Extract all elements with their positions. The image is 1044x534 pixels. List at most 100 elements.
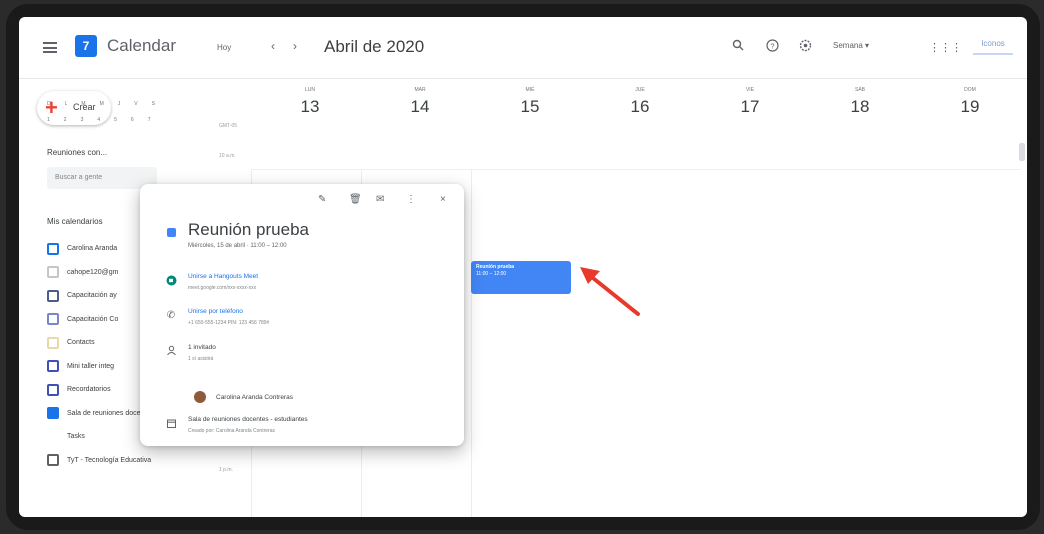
calendar-label: TyT - Tecnología Educativa — [67, 456, 152, 464]
mini-cal-day[interactable]: 1 — [47, 117, 50, 123]
calendar-icon — [164, 418, 178, 432]
calendar-item[interactable]: TyT - Tecnología Educativa — [47, 449, 156, 473]
day-abbr: DOM — [964, 87, 976, 93]
join-phone-link[interactable]: Unirse por teléfono — [188, 308, 243, 315]
mini-cal-day[interactable]: 2 — [64, 117, 67, 123]
delete-trash-icon[interactable]: 🗑 — [349, 194, 362, 205]
calendar-checkbox[interactable] — [47, 454, 59, 467]
day-abbr: SÁB — [854, 87, 865, 93]
today-button[interactable]: Hoy — [211, 41, 237, 54]
event-room: Sala de reuniones docentes - estudiantes — [188, 416, 308, 423]
calendar-checkbox[interactable] — [47, 336, 59, 349]
calendar-checkbox[interactable] — [47, 289, 59, 302]
guests-status: 1 sí asistirá — [188, 356, 214, 362]
event-color-dot — [167, 228, 176, 237]
guest-avatar — [194, 391, 206, 403]
edit-pencil-icon[interactable]: ✎ — [318, 194, 326, 205]
phone-icon: ✆ — [166, 310, 176, 321]
guests-count: 1 invitado — [188, 344, 216, 351]
mini-calendar-week: 1 2 3 4 5 6 7 — [47, 117, 227, 123]
day-number[interactable]: 13 — [255, 97, 365, 117]
calendar-label: cahope120@gm — [67, 268, 119, 276]
day-number[interactable]: 18 — [805, 97, 915, 117]
view-selector[interactable]: Semana ▾ — [833, 41, 869, 50]
my-calendars-title[interactable]: Mis calendarios — [47, 217, 103, 226]
time-label: 1 p.m. — [219, 467, 233, 473]
account-logo[interactable]: Iconos — [973, 39, 1013, 55]
email-envelope-icon[interactable]: ✉ — [376, 194, 384, 205]
day-number[interactable]: 16 — [585, 97, 695, 117]
guests-icon — [164, 345, 178, 359]
app-title: Calendar — [107, 36, 176, 55]
mini-cal-day[interactable]: 3 — [81, 117, 84, 123]
calendar-label: Mini taller integ — [67, 362, 115, 370]
mini-cal-day[interactable]: 4 — [97, 117, 100, 123]
calendar-label: Carolina Aranda — [67, 245, 118, 253]
calendar-checkbox-checked[interactable] — [47, 407, 59, 420]
day-header[interactable]: SÁB 18 — [805, 79, 915, 117]
time-label: 10 a.m. — [219, 153, 236, 159]
meet-url: meet.google.com/xxx-xxxx-xxx — [188, 285, 257, 291]
mini-cal-cell: L — [64, 101, 68, 107]
mini-cal-cell: M — [99, 101, 104, 107]
search-icon[interactable] — [731, 39, 745, 53]
mini-cal-day[interactable]: 5 — [114, 117, 117, 123]
help-icon[interactable]: ? — [765, 39, 779, 53]
mini-cal-day[interactable]: 6 — [131, 117, 134, 123]
people-search-input[interactable]: Buscar a gente — [47, 167, 157, 189]
day-number[interactable]: 17 — [695, 97, 805, 117]
people-section-title: Reuniones con... — [47, 148, 108, 157]
guest-name: Carolina Aranda Contreras — [216, 394, 293, 401]
calendar-checkbox[interactable] — [47, 242, 59, 255]
calendar-label: Recordatorios — [67, 386, 111, 394]
all-day-divider — [251, 169, 1021, 170]
join-meet-link[interactable]: Unirse a Hangouts Meet — [188, 273, 258, 280]
day-abbr: MAR — [414, 87, 426, 93]
calendar-checkbox[interactable] — [47, 431, 59, 443]
event-date: Miércoles, 15 de abril · 11:00 – 12:00 — [188, 243, 287, 249]
day-header[interactable]: MAR 14 — [365, 79, 475, 117]
calendar-screen: 7 Calendar Hoy ‹ › Abril de 2020 ? Seman… — [19, 17, 1027, 517]
apps-grid-icon[interactable]: ⋮⋮⋮ — [929, 41, 962, 54]
event-chip[interactable]: Reunión prueba 11:00 – 12:00 — [471, 261, 571, 294]
month-title: Abril de 2020 — [324, 37, 425, 56]
day-number[interactable]: 19 — [915, 97, 1025, 117]
svg-text:?: ? — [770, 43, 774, 50]
day-header[interactable]: VIE 17 — [695, 79, 805, 117]
mini-cal-cell: M — [81, 101, 86, 107]
day-abbr: JUE — [635, 87, 645, 93]
event-chip-title: Reunión prueba — [476, 264, 515, 270]
calendar-logo-icon: 7 — [75, 35, 97, 57]
more-options-icon[interactable]: ⋮ — [406, 194, 416, 205]
phone-number: +1 650-555-1234 PIN: 123 456 789# — [188, 320, 270, 326]
day-header[interactable]: DOM 19 — [915, 79, 1025, 117]
calendar-label: Capacitación ay — [67, 292, 117, 300]
day-header[interactable]: JUE 16 — [585, 79, 695, 117]
red-arrow-annotation-icon — [580, 267, 640, 316]
day-number[interactable]: 15 — [475, 97, 585, 117]
main-menu-icon[interactable] — [43, 42, 57, 53]
day-number[interactable]: 14 — [365, 97, 475, 117]
previous-week-icon[interactable]: ‹ — [271, 39, 275, 53]
day-header[interactable]: MIÉ 15 — [475, 79, 585, 117]
close-icon[interactable]: × — [440, 194, 446, 205]
calendar-label: Capacitación Co — [67, 315, 119, 323]
day-abbr: MIÉ — [525, 87, 535, 93]
mini-calendar-weekdays: D L M M J V S — [47, 101, 227, 107]
next-week-icon[interactable]: › — [293, 39, 297, 53]
day-abbr: VIE — [745, 87, 755, 93]
calendar-checkbox[interactable] — [47, 383, 59, 396]
timezone-label: GMT-05 — [219, 123, 238, 129]
day-header[interactable]: LUN 13 — [255, 79, 365, 117]
event-details-popup: ✎ 🗑 ✉ ⋮ × Reunión prueba Miércoles, 15 d… — [140, 184, 464, 446]
vertical-scrollbar[interactable] — [1019, 143, 1025, 161]
mini-cal-cell: J — [117, 101, 121, 107]
mini-cal-day[interactable]: 7 — [148, 117, 151, 123]
calendar-checkbox[interactable] — [47, 266, 59, 279]
calendar-checkbox[interactable] — [47, 313, 59, 326]
calendar-checkbox[interactable] — [47, 360, 59, 373]
mini-cal-cell: D — [47, 101, 51, 107]
calendar-label: Contacts — [67, 339, 95, 347]
settings-gear-icon[interactable] — [798, 39, 812, 53]
mini-cal-cell: S — [151, 101, 155, 107]
